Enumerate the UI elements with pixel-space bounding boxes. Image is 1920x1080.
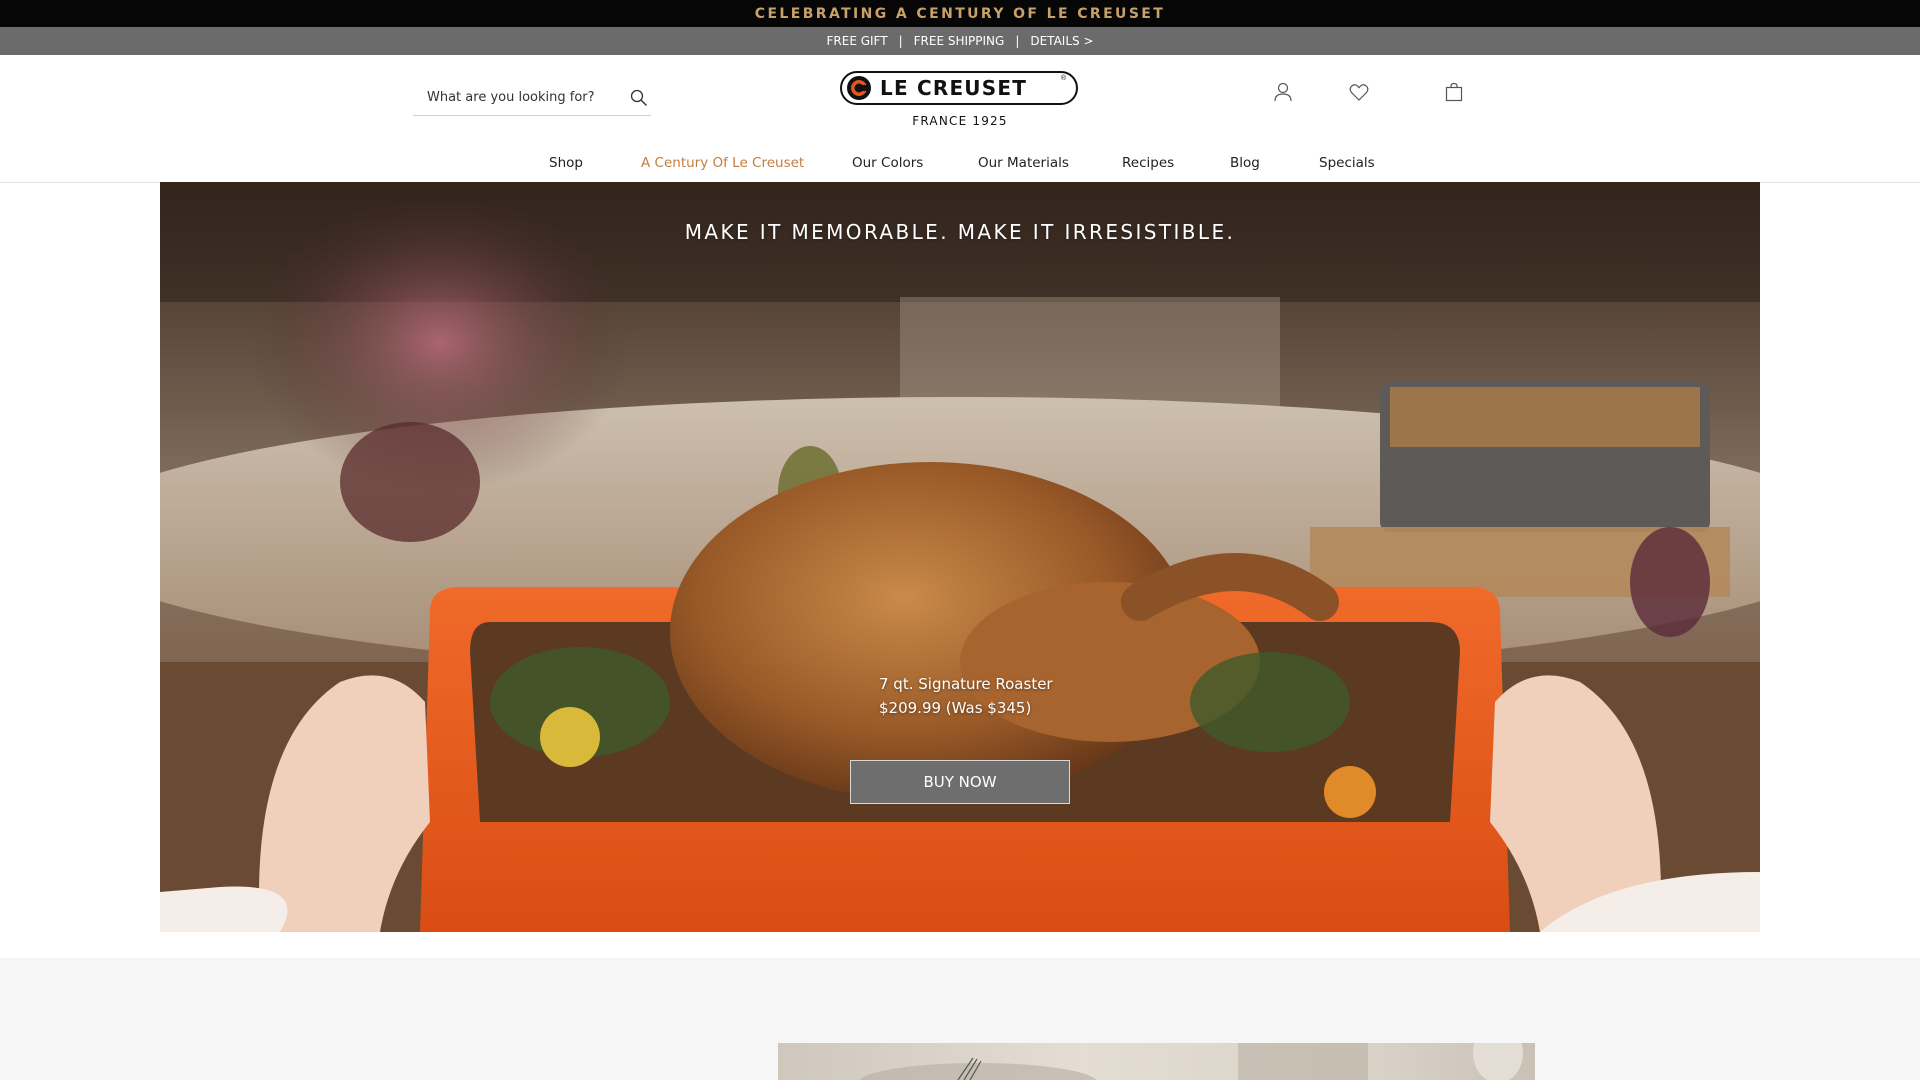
search-box — [413, 79, 651, 116]
search-input[interactable] — [425, 88, 629, 106]
nav-item-blog[interactable]: Blog — [1230, 146, 1260, 180]
site-header: LE CREUSET ® FRANCE 1925 Shop A Century … — [0, 55, 1920, 183]
hero-image — [160, 182, 1760, 932]
brand-logo[interactable]: LE CREUSET ® FRANCE 1925 — [838, 71, 1082, 133]
free-shipping-link[interactable]: FREE SHIPPING — [914, 34, 1005, 48]
nav-item-materials[interactable]: Our Materials — [978, 146, 1069, 180]
promo-bar: FREE GIFT | FREE SHIPPING | DETAILS > — [0, 27, 1920, 55]
account-icon[interactable] — [1272, 81, 1294, 103]
nav-item-specials[interactable]: Specials — [1319, 146, 1375, 180]
nav-item-colors[interactable]: Our Colors — [852, 146, 923, 180]
details-link[interactable]: DETAILS > — [1030, 34, 1093, 48]
free-gift-link[interactable]: FREE GIFT — [827, 34, 888, 48]
product-name: 7 qt. Signature Roaster — [879, 675, 1053, 693]
search-icon[interactable] — [629, 88, 649, 108]
announcement-bar: CELEBRATING A CENTURY OF LE CREUSET — [0, 0, 1920, 27]
logo-mark-icon — [847, 76, 871, 100]
promo-separator: | — [898, 34, 903, 48]
logo-tagline: FRANCE 1925 — [912, 114, 1008, 128]
promo-image[interactable] — [778, 1043, 1535, 1080]
promo-image-graphic — [859, 1043, 1523, 1080]
heart-icon[interactable] — [1348, 81, 1370, 103]
bag-icon[interactable] — [1443, 81, 1465, 103]
announcement-text: CELEBRATING A CENTURY OF LE CREUSET — [754, 5, 1166, 22]
hero-banner[interactable]: MAKE IT MEMORABLE. MAKE IT IRRESISTIBLE.… — [160, 182, 1760, 932]
product-price: $209.99 (Was $345) — [879, 699, 1032, 717]
promo-separator: | — [1015, 34, 1020, 48]
hero-headline: MAKE IT MEMORABLE. MAKE IT IRRESISTIBLE. — [684, 220, 1236, 244]
main-nav: Shop A Century Of Le Creuset Our Colors … — [0, 146, 1920, 180]
nav-item-shop[interactable]: Shop — [549, 146, 583, 180]
buy-now-button[interactable]: BUY NOW — [850, 760, 1070, 804]
lower-section — [0, 958, 1920, 1080]
registered-mark: ® — [1060, 75, 1066, 82]
nav-item-century[interactable]: A Century Of Le Creuset — [641, 146, 804, 180]
nav-item-recipes[interactable]: Recipes — [1122, 146, 1174, 180]
logo-text: LE CREUSET — [880, 76, 1028, 100]
logo-badge: LE CREUSET ® — [840, 71, 1078, 105]
